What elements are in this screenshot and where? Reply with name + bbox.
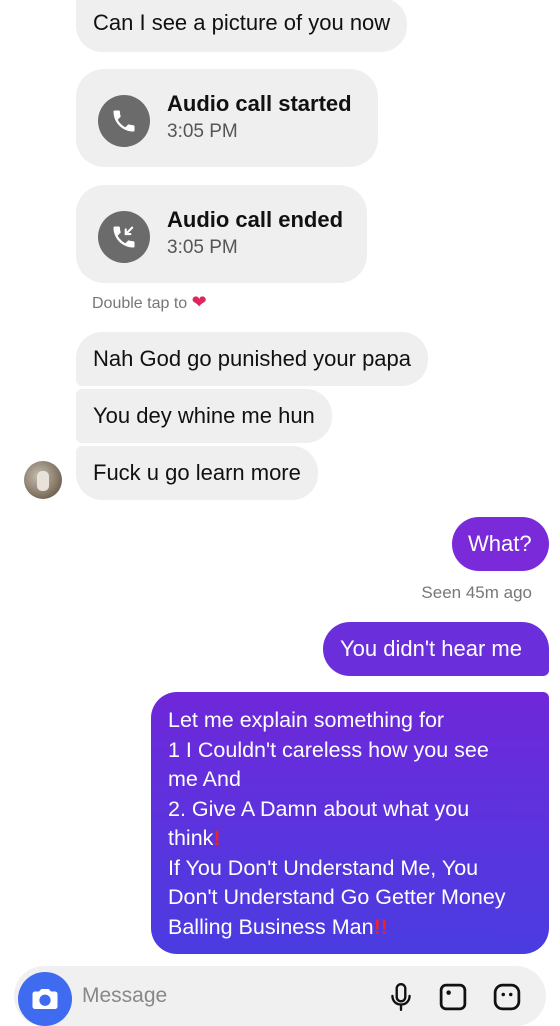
message-line-with-icon: Balling Business Man!! — [168, 913, 533, 943]
double-exclamation-icon: !! — [373, 914, 388, 939]
message-line: Let me explain something for — [168, 708, 445, 732]
call-title: Audio call ended — [167, 207, 344, 232]
call-title: Audio call started — [167, 91, 352, 116]
heart-icon: ❤ — [191, 292, 207, 312]
message-text: You didn't hear me — [340, 636, 522, 661]
message-input[interactable]: Message — [82, 984, 167, 1008]
call-ended-icon — [98, 211, 150, 263]
message-line: If You Don't Understand Me, You — [168, 855, 479, 880]
message-text: Nah God go punished your papa — [93, 346, 412, 371]
exclamation-icon: ! — [213, 826, 221, 850]
double-tap-hint: Double tap to ❤ — [92, 292, 207, 313]
message-bubble-outgoing[interactable]: You didn't hear me — [323, 622, 549, 676]
avatar[interactable] — [24, 461, 62, 499]
message-line: 1 I Couldn't careless how you see — [168, 737, 489, 762]
audio-call-started-card[interactable]: Audio call started 3:05 PM — [76, 69, 378, 167]
message-bubble-incoming[interactable]: Can I see a picture of you now — [76, 0, 408, 52]
message-bubble-incoming[interactable]: Nah God go punished your papa — [76, 332, 429, 386]
hint-text: Double tap to — [92, 295, 188, 312]
message-text: Fuck u go learn more — [93, 460, 301, 485]
message-line: Don't Understand Go Getter Money — [168, 885, 506, 909]
message-bubble-outgoing[interactable]: What? — [452, 517, 549, 571]
message-text: What? — [468, 531, 532, 556]
message-bubble-incoming[interactable]: Fuck u go learn more — [76, 446, 318, 500]
message-text: think — [168, 826, 214, 850]
seen-status: Seen 45m ago — [421, 583, 532, 602]
message-bubble-outgoing[interactable]: Let me explain something for 1 I Couldn'… — [151, 692, 549, 954]
message-text: Can I see a picture of you now — [93, 10, 391, 35]
camera-icon[interactable] — [18, 972, 72, 1026]
phone-icon — [98, 95, 150, 147]
message-text: Balling Business Man — [168, 914, 374, 939]
message-line-with-icon: think! — [168, 824, 533, 854]
message-text: You dey whine me hun — [93, 403, 315, 428]
message-composer: Message — [14, 966, 546, 1026]
call-time: 3:05 PM — [167, 237, 238, 258]
call-time: 3:05 PM — [167, 121, 238, 142]
message-line: me And — [168, 767, 241, 791]
message-line: 2. Give A Damn about what you — [168, 796, 470, 821]
audio-call-ended-card[interactable]: Audio call ended 3:05 PM — [76, 185, 367, 283]
message-bubble-incoming[interactable]: You dey whine me hun — [76, 389, 332, 443]
